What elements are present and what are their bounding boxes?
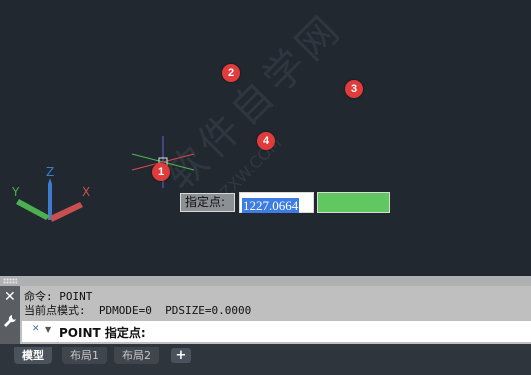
- drawing-canvas[interactable]: 软件自学网 RJZXW.COM 1 2 3 4 Z Y X 指定点: 1227.…: [0, 0, 531, 276]
- tab-layout-1[interactable]: 布局1: [62, 347, 107, 364]
- dynamic-input-prompt: 指定点:: [180, 193, 235, 212]
- crosshair-cursor: [131, 136, 195, 188]
- ucs-y-label: Y: [11, 185, 20, 199]
- tab-layout-2[interactable]: 布局2: [114, 347, 159, 364]
- marker-1: 1: [152, 163, 170, 181]
- command-window: ✕ 命令: POINT 当前点模式: PDMODE=0 PDSIZE=0.000…: [0, 276, 531, 344]
- dynamic-input-value: 1227.0664: [242, 198, 300, 213]
- ucs-z-label: Z: [46, 165, 54, 179]
- add-layout-button[interactable]: +: [171, 348, 191, 363]
- ucs-axis-icon: Z Y X: [11, 165, 90, 222]
- command-prompt-text: POINT 指定点:: [59, 326, 146, 340]
- recent-commands-icon[interactable]: ▼: [45, 325, 51, 334]
- dynamic-input-field[interactable]: 1227.0664: [239, 192, 314, 213]
- command-history-line-2: 当前点模式: PDMODE=0 PDSIZE=0.0000: [24, 304, 252, 317]
- ucs-x-label: X: [82, 185, 90, 199]
- wrench-icon[interactable]: [3, 314, 17, 328]
- dynamic-input-second-field[interactable]: [317, 192, 390, 213]
- tab-model[interactable]: 模型: [14, 347, 52, 364]
- grip-dots-icon: [3, 278, 17, 284]
- close-icon[interactable]: ✕: [4, 290, 16, 304]
- layout-tab-bar: 模型 布局1 布局2 +: [0, 344, 531, 375]
- marker-3: 3: [345, 80, 363, 98]
- marker-2: 2: [222, 64, 240, 82]
- command-input[interactable]: ✕ ▼ POINT 指定点:: [22, 321, 531, 342]
- cancel-command-icon[interactable]: ✕: [32, 324, 40, 334]
- command-window-grip[interactable]: [0, 276, 531, 286]
- command-history-line-1: 命令: POINT: [24, 290, 93, 303]
- marker-4: 4: [257, 132, 275, 150]
